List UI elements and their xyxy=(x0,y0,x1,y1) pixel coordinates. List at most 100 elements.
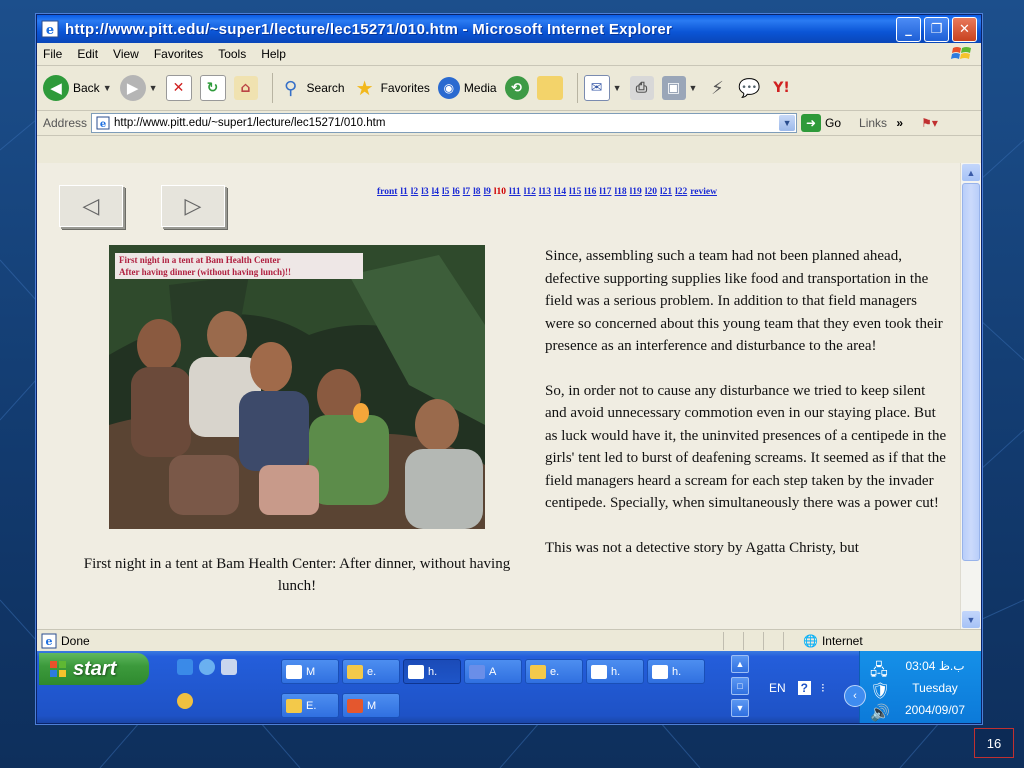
next-page-button[interactable]: ▷ xyxy=(161,185,225,227)
lecture-link-review[interactable]: review xyxy=(690,187,717,197)
mail-dropdown-icon[interactable]: ▼ xyxy=(613,83,622,93)
tray-expand-icon[interactable]: ‹ xyxy=(844,685,866,707)
messenger-button[interactable]: ⚡ xyxy=(705,76,729,100)
favorites-button[interactable]: ★ Favorites xyxy=(353,76,430,100)
forward-dropdown-icon[interactable]: ▼ xyxy=(149,83,158,93)
taskbar-scroll-up-icon[interactable]: ▲ xyxy=(731,655,749,673)
taskbar-task-button[interactable]: E. xyxy=(281,693,339,718)
go-button[interactable]: ➜ Go xyxy=(801,114,841,132)
lecture-link-l8[interactable]: l8 xyxy=(473,187,480,197)
address-input[interactable]: e http://www.pitt.edu/~super1/lecture/le… xyxy=(91,113,798,133)
taskbar-task-button[interactable]: h. xyxy=(647,659,705,684)
taskbar-task-button[interactable]: M xyxy=(281,659,339,684)
clock[interactable]: 03:04 ب.ظ Tuesday 2004/09/07 xyxy=(892,655,978,721)
taskbar-task-button[interactable]: h. xyxy=(403,659,461,684)
mail-button[interactable]: ✉ ▼ xyxy=(583,75,622,101)
task-label: A xyxy=(489,665,497,678)
search-button[interactable]: ⚲ Search xyxy=(279,76,345,100)
security-tray-icon[interactable]: 🛡 xyxy=(870,681,890,701)
print-button[interactable]: ⎙ xyxy=(629,76,654,100)
windows-logo-icon xyxy=(951,47,971,59)
zone-text: Internet xyxy=(821,634,863,648)
taskbar: start Me. h. Ae. h. h. E. M ▲ □ ▼ EN ? ⁝ ‹ 🖧 … xyxy=(37,651,981,723)
menu-help[interactable]: Help xyxy=(261,47,286,61)
lecture-link-l11[interactable]: l11 xyxy=(509,187,521,197)
start-button[interactable]: start xyxy=(39,653,149,685)
lecture-link-l14[interactable]: l14 xyxy=(554,187,566,197)
start-flag-icon xyxy=(50,661,66,677)
edit-icon: ▣ xyxy=(661,76,686,100)
menu-bar: File Edit View Favorites Tools Help xyxy=(37,43,981,66)
minimize-button[interactable]: _ xyxy=(896,16,921,42)
forward-button[interactable]: ▶ ▼ xyxy=(119,75,158,101)
media-button[interactable]: ◉ Media xyxy=(437,77,497,99)
language-help-icon[interactable]: ? xyxy=(797,681,812,695)
folder-button[interactable] xyxy=(536,76,563,100)
taskbar-task-button[interactable]: M xyxy=(342,693,400,718)
lecture-link-l10[interactable]: l10 xyxy=(494,187,506,197)
lecture-link-l13[interactable]: l13 xyxy=(539,187,551,197)
menu-tools[interactable]: Tools xyxy=(218,47,246,61)
language-bar-icon[interactable]: ⁝ xyxy=(821,681,825,695)
back-dropdown-icon[interactable]: ▼ xyxy=(103,83,112,93)
language-indicator[interactable]: EN ? ⁝ xyxy=(769,681,825,695)
lecture-link-l16[interactable]: l16 xyxy=(584,187,596,197)
scroll-down-icon[interactable]: ▼ xyxy=(962,611,980,628)
taskbar-task-button[interactable]: e. xyxy=(525,659,583,684)
toolbar-extra-icon[interactable]: ⚑▾ xyxy=(921,116,938,130)
status-bar: e Done 🌐 Internet xyxy=(37,629,981,652)
lecture-link-l4[interactable]: l4 xyxy=(432,187,439,197)
taskbar-page-icon[interactable]: □ xyxy=(731,677,749,695)
history-button[interactable]: ⟲ xyxy=(504,76,529,100)
ie-quicklaunch-icon[interactable] xyxy=(177,659,193,675)
lecture-link-l2[interactable]: l2 xyxy=(411,187,418,197)
prev-page-button[interactable]: ◁ xyxy=(59,185,123,227)
taskbar-task-button[interactable]: A xyxy=(464,659,522,684)
player-quicklaunch-icon[interactable] xyxy=(177,693,193,709)
taskbar-scroll-down-icon[interactable]: ▼ xyxy=(731,699,749,717)
lecture-link-l18[interactable]: l18 xyxy=(615,187,627,197)
lecture-link-l19[interactable]: l19 xyxy=(630,187,642,197)
menu-edit[interactable]: Edit xyxy=(77,47,98,61)
desktop-quicklaunch-icon[interactable] xyxy=(221,659,237,675)
lecture-link-l3[interactable]: l3 xyxy=(421,187,428,197)
lecture-link-l22[interactable]: l22 xyxy=(675,187,687,197)
lecture-link-l6[interactable]: l6 xyxy=(452,187,459,197)
home-button[interactable]: ⌂ xyxy=(233,76,258,100)
lecture-link-front[interactable]: front xyxy=(377,187,397,197)
lecture-link-l20[interactable]: l20 xyxy=(645,187,657,197)
links-toolbar[interactable]: Links » xyxy=(859,116,903,130)
menu-view[interactable]: View xyxy=(113,47,139,61)
media-quicklaunch-icon[interactable] xyxy=(199,659,215,675)
scroll-thumb[interactable] xyxy=(962,183,980,561)
menu-file[interactable]: File xyxy=(43,47,62,61)
stop-button[interactable]: ✕ xyxy=(165,75,192,101)
quick-launch xyxy=(177,659,243,675)
taskbar-task-button[interactable]: h. xyxy=(586,659,644,684)
links-chevron-icon[interactable]: » xyxy=(896,116,903,130)
address-dropdown-icon[interactable]: ▼ xyxy=(779,115,796,131)
menu-favorites[interactable]: Favorites xyxy=(154,47,203,61)
discuss-button[interactable]: 💬 xyxy=(737,76,761,100)
lecture-link-l5[interactable]: l5 xyxy=(442,187,449,197)
edit-button[interactable]: ▣ ▼ xyxy=(661,76,698,100)
yahoo-button[interactable]: Y! xyxy=(769,76,793,100)
edit-dropdown-icon[interactable]: ▼ xyxy=(689,83,698,93)
scroll-up-icon[interactable]: ▲ xyxy=(962,164,980,181)
lecture-link-l9[interactable]: l9 xyxy=(484,187,491,197)
lecture-link-l17[interactable]: l17 xyxy=(599,187,611,197)
back-button[interactable]: ◀ Back ▼ xyxy=(43,75,112,101)
lecture-link-l1[interactable]: l1 xyxy=(400,187,407,197)
lecture-link-l21[interactable]: l21 xyxy=(660,187,672,197)
volume-tray-icon[interactable]: 🔊 xyxy=(870,703,890,723)
lecture-link-l15[interactable]: l15 xyxy=(569,187,581,197)
lecture-link-l7[interactable]: l7 xyxy=(463,187,470,197)
title-bar[interactable]: e http://www.pitt.edu/~super1/lecture/le… xyxy=(37,15,981,43)
lecture-link-l12[interactable]: l12 xyxy=(524,187,536,197)
task-label: h. xyxy=(611,665,621,678)
vertical-scrollbar[interactable]: ▲ ▼ xyxy=(960,163,981,629)
taskbar-task-button[interactable]: e. xyxy=(342,659,400,684)
refresh-button[interactable]: ↻ xyxy=(199,75,226,101)
restore-button[interactable]: ❐ xyxy=(924,16,949,42)
close-button[interactable]: ✕ xyxy=(952,16,977,42)
